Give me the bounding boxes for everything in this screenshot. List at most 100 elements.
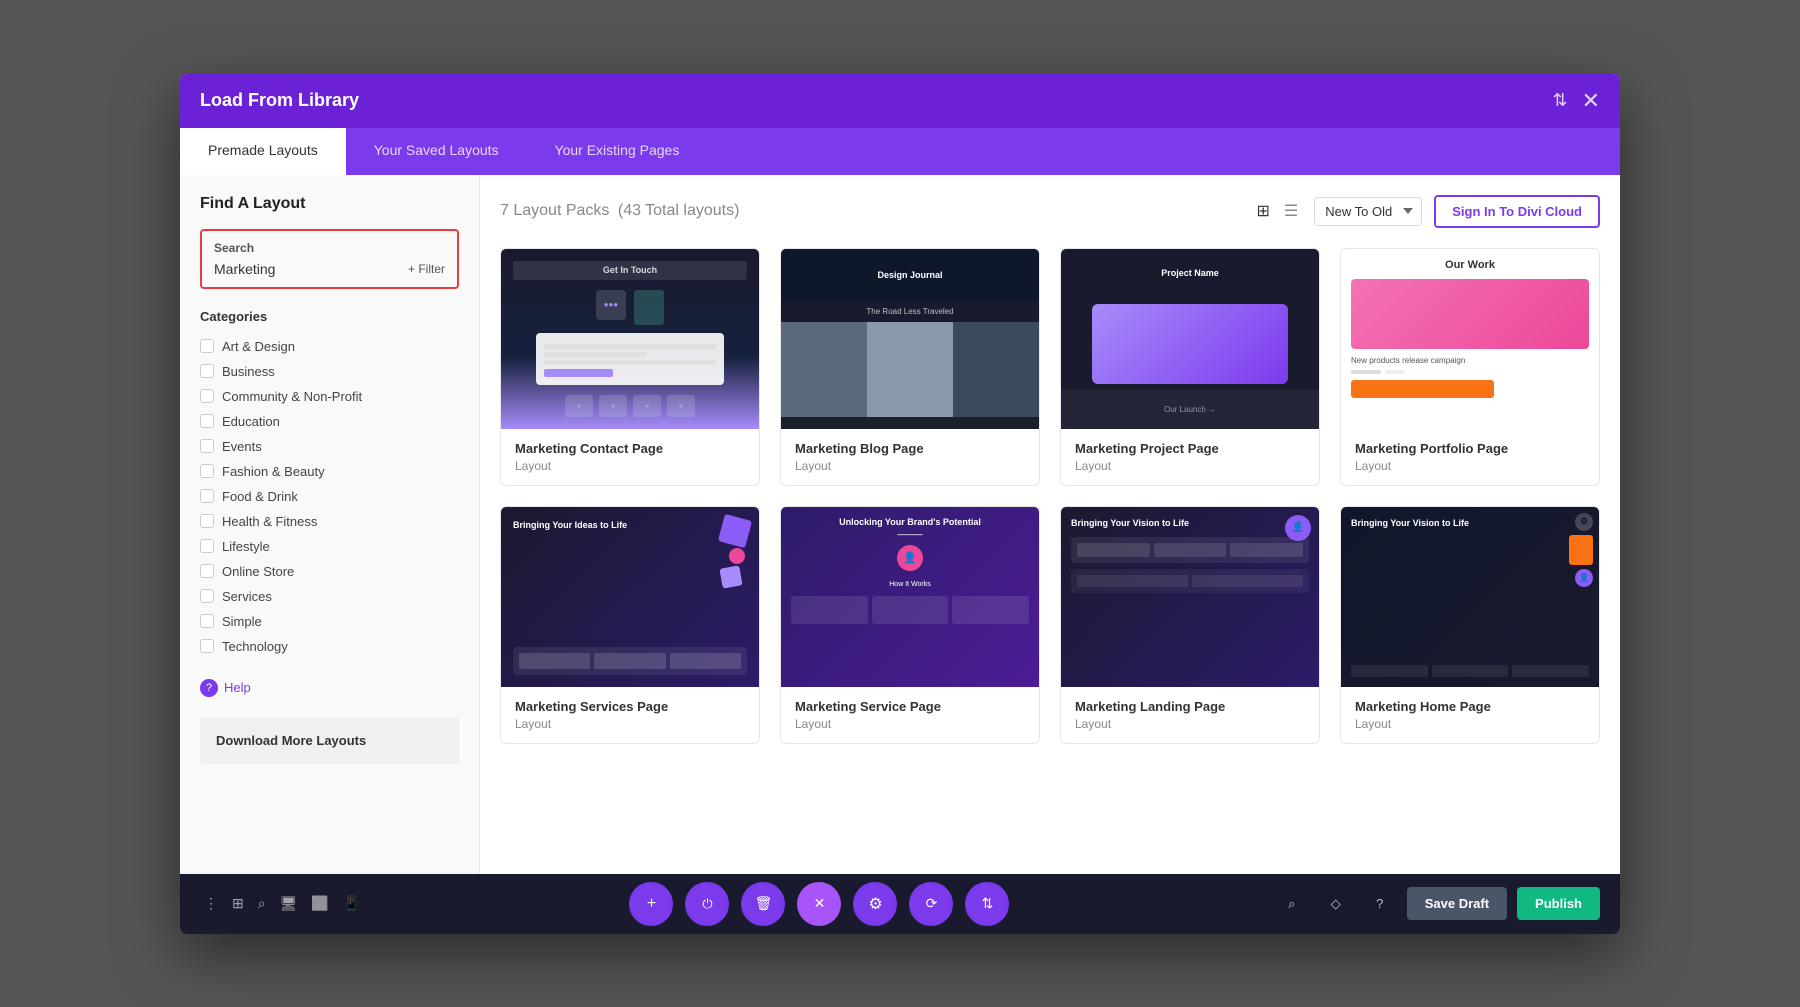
layout-name-project: Marketing Project Page (1075, 441, 1305, 456)
search-box: Search + Filter (200, 229, 459, 289)
close-button[interactable]: ✕ (797, 882, 841, 926)
layout-info-service: Marketing Service Page Layout (781, 687, 1039, 743)
layout-card-project[interactable]: Project Name Our Launch → Marketing Proj… (1060, 248, 1320, 486)
category-education[interactable]: Education (200, 409, 459, 434)
layout-card-contact[interactable]: Get In Touch ●●● (500, 248, 760, 486)
category-events-label: Events (222, 439, 262, 454)
sign-in-divi-cloud-button[interactable]: Sign In To Divi Cloud (1434, 195, 1600, 228)
layout-type-portfolio: Layout (1355, 459, 1585, 473)
grid-icon[interactable]: ⊞ (228, 891, 248, 916)
checkbox-simple[interactable] (200, 614, 214, 628)
layout-card-home[interactable]: Bringing Your Vision to Life ⚙ 👤 (1340, 506, 1600, 744)
checkbox-education[interactable] (200, 414, 214, 428)
toolbar-left: ⋮ ⊞ ⌕ 🖥 ⬜ 📱 (200, 891, 364, 916)
layout-name-home: Marketing Home Page (1355, 699, 1585, 714)
category-community[interactable]: Community & Non-Profit (200, 384, 459, 409)
grid-view-button[interactable]: ⊞ (1253, 197, 1274, 225)
close-icon[interactable]: ✕ (1582, 88, 1600, 114)
category-food-label: Food & Drink (222, 489, 298, 504)
category-health[interactable]: Health & Fitness (200, 509, 459, 534)
settings-button[interactable]: ⚙ (853, 882, 897, 926)
publish-button[interactable]: Publish (1517, 887, 1600, 920)
checkbox-services[interactable] (200, 589, 214, 603)
layout-card-service[interactable]: Unlocking Your Brand's Potential ━━━━━━ … (780, 506, 1040, 744)
checkbox-events[interactable] (200, 439, 214, 453)
category-art-design[interactable]: Art & Design (200, 334, 459, 359)
history-button[interactable]: ⟳ (909, 882, 953, 926)
filter-button[interactable]: + Filter (408, 262, 445, 276)
save-draft-button[interactable]: Save Draft (1407, 887, 1507, 920)
checkbox-business[interactable] (200, 364, 214, 378)
layout-type-project: Layout (1075, 459, 1305, 473)
checkbox-technology[interactable] (200, 639, 214, 653)
download-section: Download More Layouts (200, 717, 459, 764)
layout-info-portfolio: Marketing Portfolio Page Layout (1341, 429, 1599, 485)
total-label: (43 Total layouts) (618, 202, 740, 219)
checkbox-online-store[interactable] (200, 564, 214, 578)
category-simple-label: Simple (222, 614, 262, 629)
search-label: Search (214, 241, 445, 255)
layout-card-services[interactable]: Bringing Your Ideas to Life (500, 506, 760, 744)
checkbox-community[interactable] (200, 389, 214, 403)
preview-project: Project Name Our Launch → (1061, 249, 1319, 429)
category-fashion[interactable]: Fashion & Beauty (200, 459, 459, 484)
checkbox-food[interactable] (200, 489, 214, 503)
category-lifestyle[interactable]: Lifestyle (200, 534, 459, 559)
category-services[interactable]: Services (200, 584, 459, 609)
tab-premade[interactable]: Premade Layouts (180, 128, 346, 175)
help-small-button[interactable]: ? (1363, 887, 1397, 921)
tablet-icon[interactable]: ⬜ (307, 891, 332, 916)
preview-contact: Get In Touch ●●● (501, 249, 759, 429)
search-icon[interactable]: ⌕ (254, 891, 270, 916)
checkbox-lifestyle[interactable] (200, 539, 214, 553)
checkbox-art-design[interactable] (200, 339, 214, 353)
layout-name-portfolio: Marketing Portfolio Page (1355, 441, 1585, 456)
layout-grid: Get In Touch ●●● (500, 248, 1600, 744)
header-icons: ⇅ ✕ (1552, 88, 1600, 114)
checkbox-health[interactable] (200, 514, 214, 528)
search-input[interactable] (214, 261, 400, 277)
tab-existing[interactable]: Your Existing Pages (527, 128, 708, 175)
power-button[interactable]: ⏻ (685, 882, 729, 926)
modal-body: Find A Layout Search + Filter Categories… (180, 175, 1620, 874)
desktop-icon[interactable]: 🖥 (276, 891, 302, 916)
mobile-icon[interactable]: 📱 (339, 891, 364, 916)
tab-saved[interactable]: Your Saved Layouts (346, 128, 527, 175)
category-fashion-label: Fashion & Beauty (222, 464, 325, 479)
layout-info-contact: Marketing Contact Page Layout (501, 429, 759, 485)
layout-card-blog[interactable]: Design Journal The Road Less Traveled (780, 248, 1040, 486)
sort-select[interactable]: New To Old Old To New A to Z Z to A (1314, 197, 1422, 226)
list-view-button[interactable]: ☰ (1280, 197, 1302, 225)
layout-type-service: Layout (795, 717, 1025, 731)
dots-icon[interactable]: ⋮ (200, 891, 222, 916)
layout-card-landing[interactable]: Bringing Your Vision to Life 👤 (1060, 506, 1320, 744)
preview-landing: Bringing Your Vision to Life 👤 (1061, 507, 1319, 687)
layout-type-landing: Layout (1075, 717, 1305, 731)
trash-button[interactable]: 🗑 (741, 882, 785, 926)
category-online-store[interactable]: Online Store (200, 559, 459, 584)
toolbar-center: + ⏻ 🗑 ✕ ⚙ ⟳ ⇅ (629, 882, 1009, 926)
category-simple[interactable]: Simple (200, 609, 459, 634)
adjust-icon[interactable]: ⇅ (1552, 90, 1567, 111)
download-title: Download More Layouts (216, 733, 443, 748)
categories-title: Categories (200, 309, 459, 324)
packs-label: 7 Layout Packs (500, 202, 609, 219)
category-online-store-label: Online Store (222, 564, 294, 579)
adjust-layout-button[interactable]: ⇅ (965, 882, 1009, 926)
layout-name-services: Marketing Services Page (515, 699, 745, 714)
category-business[interactable]: Business (200, 359, 459, 384)
layout-count: 7 Layout Packs (43 Total layouts) (500, 202, 739, 220)
search-small-button[interactable]: ⌕ (1275, 887, 1309, 921)
categories-list: Art & Design Business Community & Non-Pr… (200, 334, 459, 659)
preview-home: Bringing Your Vision to Life ⚙ 👤 (1341, 507, 1599, 687)
category-technology[interactable]: Technology (200, 634, 459, 659)
layout-card-portfolio[interactable]: Our Work New products release campaign M… (1340, 248, 1600, 486)
divi-icon-button[interactable]: ◇ (1319, 887, 1353, 921)
checkbox-fashion[interactable] (200, 464, 214, 478)
category-events[interactable]: Events (200, 434, 459, 459)
add-button[interactable]: + (629, 882, 673, 926)
help-button[interactable]: ? Help (200, 679, 459, 697)
layout-type-services: Layout (515, 717, 745, 731)
layout-type-home: Layout (1355, 717, 1585, 731)
category-food[interactable]: Food & Drink (200, 484, 459, 509)
